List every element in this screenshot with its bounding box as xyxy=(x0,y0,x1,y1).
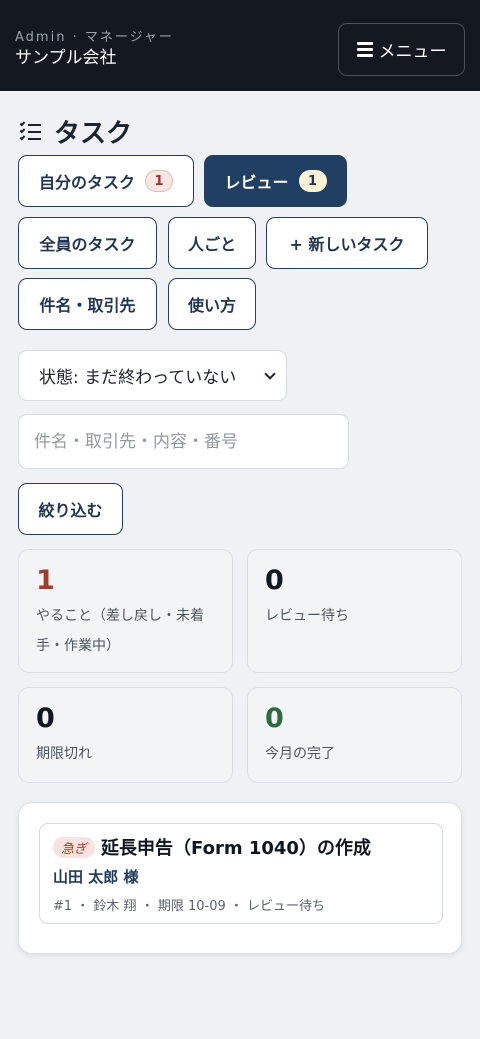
task-title: 延長申告（Form 1040）の作成 xyxy=(101,838,371,859)
subject-client-button[interactable]: 件名・取引先 xyxy=(18,278,157,330)
menu-button[interactable]: メニュー xyxy=(338,23,465,76)
task-meta: #1 ・ 鈴木 翔 ・ 期限 10-09 ・ レビュー待ち xyxy=(53,899,325,914)
my-tasks-button[interactable]: 自分のタスク 1 xyxy=(18,155,194,207)
stat-card-todo[interactable]: 1 やること（差し戻し・未着手・作業中） xyxy=(18,549,233,673)
stat-value: 0 xyxy=(36,703,55,734)
status-select-value: 状態: まだ終わっていない xyxy=(39,368,237,388)
urgent-badge: 急ぎ xyxy=(53,836,96,858)
review-label: レビュー xyxy=(224,173,289,192)
how-to-button[interactable]: 使い方 xyxy=(168,278,256,330)
stat-value: 1 xyxy=(36,565,55,596)
stat-label: レビュー待ち xyxy=(265,608,349,624)
narrow-button[interactable]: 絞り込む xyxy=(18,483,123,535)
stat-card-completed-month[interactable]: 0 今月の完了 xyxy=(247,687,462,783)
task-list-panel: 急ぎ 延長申告（Form 1040）の作成 山田 太郎 様 #1 ・ 鈴木 翔 … xyxy=(18,802,462,954)
page-title: タスク xyxy=(19,114,133,149)
review-button[interactable]: レビュー 1 xyxy=(204,155,347,207)
hamburger-icon xyxy=(356,42,373,57)
stat-label: やること（差し戻し・未着手・作業中） xyxy=(36,608,204,654)
review-count-badge: 1 xyxy=(298,170,327,192)
stat-value: 0 xyxy=(265,565,284,596)
chevron-down-icon xyxy=(264,367,276,380)
checklist-icon xyxy=(19,120,42,141)
my-tasks-count-badge: 1 xyxy=(145,170,173,192)
search-input[interactable] xyxy=(18,414,349,469)
new-task-button[interactable]: + 新しいタスク xyxy=(266,217,428,269)
stat-label: 期限切れ xyxy=(36,746,92,762)
stat-label: 今月の完了 xyxy=(265,746,335,762)
page-title-text: タスク xyxy=(54,118,133,149)
my-tasks-label: 自分のタスク xyxy=(38,173,135,192)
status-select[interactable]: 状態: まだ終わっていない xyxy=(18,350,287,401)
stat-card-overdue[interactable]: 0 期限切れ xyxy=(18,687,233,783)
stat-card-review-waiting[interactable]: 0 レビュー待ち xyxy=(247,549,462,673)
by-person-button[interactable]: 人ごと xyxy=(168,217,256,269)
stat-value: 0 xyxy=(265,703,284,734)
top-bar: Admin · マネージャー サンプル会社 メニュー xyxy=(0,0,480,91)
company-name: サンプル会社 xyxy=(15,48,117,68)
task-card[interactable]: 急ぎ 延長申告（Form 1040）の作成 山田 太郎 様 #1 ・ 鈴木 翔 … xyxy=(39,823,443,924)
menu-button-label: メニュー xyxy=(378,42,447,62)
all-tasks-button[interactable]: 全員のタスク xyxy=(18,217,157,269)
task-client: 山田 太郎 様 xyxy=(53,868,139,886)
